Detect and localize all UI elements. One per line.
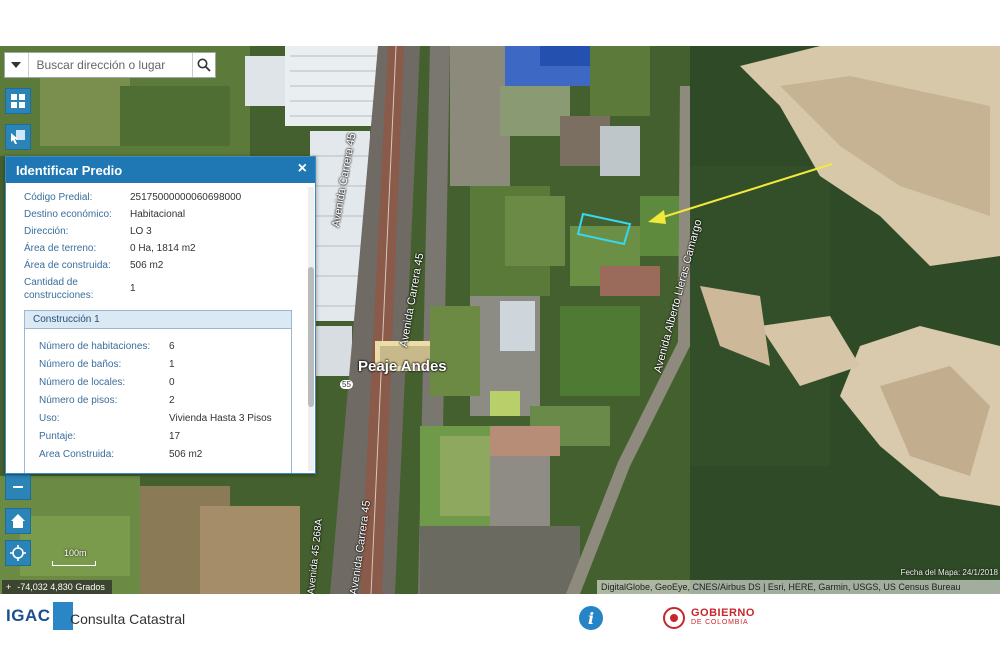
construction-title[interactable]: Construcción 1 — [25, 311, 291, 329]
field-label: Uso: — [39, 413, 60, 424]
field-value: 2 — [169, 395, 175, 406]
scale-label: 100m — [64, 548, 87, 558]
field-label: Número de habitaciones: — [39, 341, 151, 352]
field-label: Número de locales: — [39, 377, 126, 388]
field-row: Área de construida: 506 m2 — [6, 257, 307, 274]
field-label: Código Predial: — [24, 192, 93, 203]
field-value: 506 m2 — [169, 449, 203, 460]
locate-button[interactable] — [5, 540, 31, 566]
coordinates-text: -74,032 4,830 Grados — [17, 582, 105, 592]
field-value: 506 m2 — [130, 260, 164, 271]
toll-label: Peaje Andes — [358, 358, 447, 375]
igac-logo-text: IGAC — [6, 606, 51, 625]
panel-body: Código Predial: 25175000000060698000 Dest… — [6, 183, 307, 473]
field-label: Dirección: — [24, 226, 69, 237]
map-attribution: DigitalGlobe, GeoEye, CNES/Airbus DS | E… — [597, 580, 1000, 594]
field-row: Número de habitaciones: 6 — [25, 337, 291, 355]
field-row: Área de terreno: 0 Ha, 1814 m2 — [6, 240, 307, 257]
coordinates-display: + -74,032 4,830 Grados — [2, 580, 112, 594]
grid-icon — [11, 94, 25, 108]
field-row: Uso: Vivienda Hasta 3 Pisos — [25, 409, 291, 427]
field-row: Destino económico: Habitacional — [6, 206, 307, 223]
field-row: Código Predial: 25175000000060698000 — [6, 189, 307, 206]
field-value: 0 Ha, 1814 m2 — [130, 243, 196, 254]
search-dropdown-button[interactable] — [5, 53, 29, 77]
zoom-out-button[interactable] — [5, 474, 31, 500]
minus-icon — [13, 486, 23, 488]
construction-body: Número de habitaciones: 6 Número de baños… — [25, 329, 291, 473]
caret-down-icon — [11, 62, 22, 68]
identify-tool-button[interactable] — [5, 124, 31, 150]
close-icon[interactable]: × — [298, 160, 307, 178]
identify-icon — [11, 130, 25, 144]
search-input[interactable] — [28, 54, 192, 76]
field-row: Area Construida: 506 m2 — [25, 445, 291, 463]
search-button[interactable] — [191, 53, 216, 77]
colombia-seal-icon — [663, 607, 685, 629]
locate-icon — [10, 545, 26, 561]
field-label: Área de terreno: — [24, 243, 97, 254]
footer-bar: IGAC Consulta Catastral i GOBIERNO DE CO… — [0, 594, 1000, 644]
field-value: 0 — [169, 377, 175, 388]
home-icon — [11, 514, 25, 528]
gobierno-logo[interactable]: GOBIERNO DE COLOMBIA — [663, 607, 755, 629]
search-box — [4, 52, 216, 78]
field-row: Dirección: LO 3 — [6, 223, 307, 240]
home-button[interactable] — [5, 508, 31, 534]
field-row: Puntaje: 17 — [25, 427, 291, 445]
identify-panel: Identificar Predio × Código Predial: 2517… — [5, 156, 316, 474]
panel-title: Identificar Predio — [16, 162, 123, 178]
map-date: Fecha del Mapa: 24/1/2018 — [900, 568, 998, 577]
field-value: Habitacional — [130, 209, 186, 220]
panel-scrollbar[interactable] — [308, 187, 314, 471]
field-row: Cantidad de construcciones: 1 — [6, 274, 307, 304]
map-view[interactable]: Peaje Andes Avenida Carrera 45 Avenida C… — [0, 46, 1000, 594]
gov-line1: GOBIERNO — [691, 607, 755, 619]
app-name: Consulta Catastral — [70, 611, 186, 627]
field-label: Destino económico: — [24, 209, 112, 220]
field-row: Número de locales: 0 — [25, 373, 291, 391]
field-label: Área de construida: — [24, 260, 111, 271]
route-shield: 55 — [340, 380, 353, 389]
field-value: 1 — [169, 359, 175, 370]
scale-bar — [52, 561, 96, 566]
app-frame: Peaje Andes Avenida Carrera 45 Avenida C… — [0, 0, 1000, 667]
panel-header: Identificar Predio × — [6, 157, 315, 183]
field-value: 1 — [130, 283, 136, 294]
field-value: Vivienda Hasta 3 Pisos — [169, 413, 272, 424]
field-label: Cantidad de construcciones: — [24, 277, 94, 301]
crosshair-icon: + — [6, 582, 12, 592]
info-icon[interactable]: i — [579, 606, 603, 630]
field-value: LO 3 — [130, 226, 152, 237]
field-label: Número de pisos: — [39, 395, 118, 406]
search-icon — [197, 58, 211, 72]
field-label: Puntaje: — [39, 431, 76, 442]
basemap-gallery-button[interactable] — [5, 88, 31, 114]
field-value: 17 — [169, 431, 181, 442]
construction-section: Construcción 1 Número de habitaciones: 6 … — [24, 310, 292, 473]
field-row: Número de baños: 1 — [25, 355, 291, 373]
scrollbar-thumb[interactable] — [308, 267, 314, 407]
field-value: 6 — [169, 341, 175, 352]
igac-logo[interactable]: IGAC — [6, 602, 73, 630]
gov-line2: DE COLOMBIA — [691, 619, 749, 626]
field-label: Número de baños: — [39, 359, 122, 370]
field-row: Número de pisos: 2 — [25, 391, 291, 409]
field-value: 25175000000060698000 — [130, 192, 242, 203]
field-label: Area Construida: — [39, 449, 115, 460]
